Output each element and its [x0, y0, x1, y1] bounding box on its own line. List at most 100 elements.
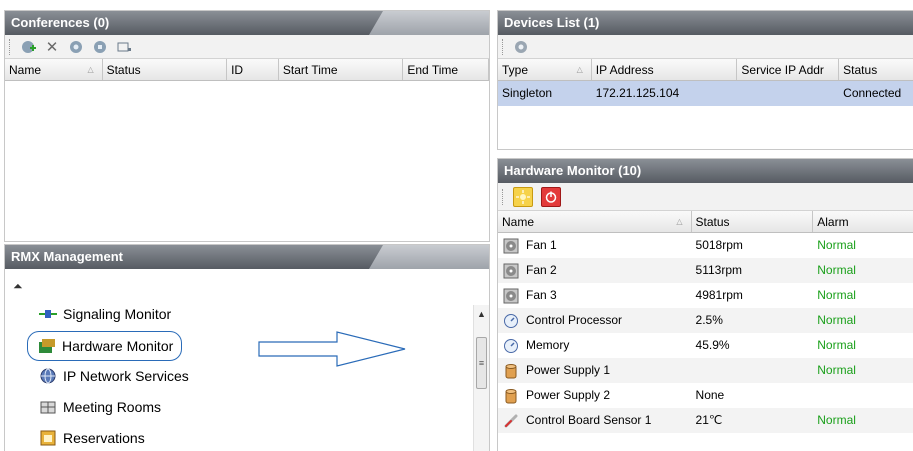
rmx-item-reservations[interactable]: Reservations [39, 429, 145, 447]
device-settings-icon[interactable] [513, 39, 529, 55]
hardware-status: 5113rpm [695, 263, 743, 277]
rmx-item-label: Meeting Rooms [63, 399, 162, 415]
col-status[interactable]: Status [839, 59, 913, 80]
sort-icon: △ [576, 65, 583, 74]
meeting-rooms-icon [39, 398, 57, 416]
hardware-row[interactable]: Power Supply 2 None [498, 383, 913, 408]
fan-icon [502, 262, 520, 280]
col-label: Status [843, 63, 878, 77]
hardware-alarm [813, 383, 913, 408]
sort-icon: △ [87, 65, 94, 74]
hardware-row[interactable]: Control Board Sensor 1 21℃ Normal [498, 408, 913, 433]
col-label: Name [502, 215, 535, 229]
rmx-item-label: Reservations [63, 430, 145, 446]
sort-icon: △ [676, 217, 683, 226]
col-ip-address[interactable]: IP Address [592, 59, 738, 80]
delete-icon[interactable]: ✕ [44, 39, 60, 56]
conferences-title-bar: Conferences (0) [5, 11, 489, 35]
new-conference-icon[interactable] [20, 39, 36, 55]
hardware-name: Fan 2 [526, 263, 557, 277]
device-type: Singleton [502, 86, 553, 100]
signaling-icon [39, 305, 57, 323]
pointer-arrow [258, 331, 406, 367]
col-alarm[interactable]: Alarm [813, 211, 913, 232]
hardware-row[interactable]: Control Processor 2.5% Normal [498, 308, 913, 333]
hardware-status: None [695, 388, 725, 402]
conferences-toolbar: ✕ [5, 35, 489, 59]
hardware-title-bar: Hardware Monitor (10) [498, 159, 913, 183]
hardware-row[interactable]: Fan 3 4981rpm Normal [498, 283, 913, 308]
col-id[interactable]: ID [227, 59, 279, 80]
rmx-item-label: IP Network Services [63, 368, 189, 384]
gauge-icon [502, 312, 520, 330]
device-status: Connected [843, 86, 902, 100]
hardware-name: Control Processor [526, 313, 623, 327]
hardware-name-cell: Control Board Sensor 1 [498, 408, 692, 433]
rmx-item-hardware-monitor[interactable]: Hardware Monitor [27, 331, 183, 361]
col-end-time[interactable]: End Time [403, 59, 489, 80]
monitor-view-icon[interactable] [116, 39, 132, 55]
hardware-name-cell: Fan 3 [498, 283, 692, 308]
rmx-item-ip-network-services[interactable]: IP Network Services [39, 367, 189, 385]
rmx-item-meeting-rooms[interactable]: Meeting Rooms [39, 398, 161, 416]
devices-column-header: Type △ IP Address Service IP Addr Status [498, 59, 913, 81]
devices-list-panel: Devices List (1) Type △ IP Address Servic… [497, 10, 913, 150]
power-supply-icon [502, 387, 520, 405]
col-status[interactable]: Status [103, 59, 228, 80]
col-label: Type [502, 63, 529, 77]
power-icon[interactable] [541, 186, 561, 207]
hardware-status: 21℃ [695, 413, 723, 427]
devices-title-bar: Devices List (1) [498, 11, 913, 35]
col-name[interactable]: Name △ [5, 59, 103, 80]
hardware-name: Control Board Sensor 1 [526, 413, 652, 427]
device-ip: 172.21.125.104 [595, 86, 680, 100]
hardware-alarm: Normal [817, 288, 856, 302]
hardware-alarm: Normal [817, 338, 856, 352]
scroll-up-icon[interactable]: ▲ [477, 309, 486, 319]
title-tab [369, 11, 489, 35]
rmx-management-panel: RMX Management ⏶ Signaling Monitor Hardw… [4, 244, 490, 451]
rmx-scrollbar[interactable]: ▲ ≡ [473, 305, 489, 451]
rmx-item-signaling-monitor[interactable]: Signaling Monitor [39, 305, 171, 323]
conference-settings-icon[interactable] [68, 39, 84, 55]
devices-toolbar [498, 35, 913, 59]
hardware-name-cell: Power Supply 2 [498, 383, 692, 408]
col-label: End Time [407, 63, 459, 77]
hardware-name-cell: Fan 2 [498, 258, 692, 283]
hardware-name: Power Supply 2 [526, 388, 611, 402]
rmx-title: RMX Management [11, 249, 123, 264]
light-icon[interactable] [513, 186, 533, 207]
col-type[interactable]: Type △ [498, 59, 592, 80]
conferences-column-header: Name △ Status ID Start Time End Time [5, 59, 489, 81]
rmx-item-label: Hardware Monitor [62, 338, 174, 354]
device-row[interactable]: Singleton 172.21.125.104 Connected [498, 81, 913, 106]
globe-icon [39, 367, 57, 385]
hardware-monitor-icon [38, 337, 56, 355]
hardware-alarm: Normal [817, 413, 856, 427]
devices-title: Devices List (1) [504, 15, 600, 30]
hardware-row[interactable]: Fan 1 5018rpm Normal [498, 233, 913, 258]
toolbar-grip [502, 188, 505, 205]
hardware-monitor-panel: Hardware Monitor (10) Name △ Status Alarm… [497, 158, 913, 451]
hardware-row[interactable]: Power Supply 1 Normal [498, 358, 913, 383]
toolbar-grip [9, 38, 12, 55]
hardware-name-cell: Memory [498, 333, 692, 358]
hardware-alarm: Normal [817, 313, 856, 327]
toolbar-grip [502, 38, 505, 55]
col-status[interactable]: Status [692, 211, 814, 232]
col-start-time[interactable]: Start Time [279, 59, 404, 80]
scroll-thumb[interactable]: ≡ [476, 337, 487, 389]
collapse-icon[interactable]: ⏶ [13, 279, 23, 294]
fan-icon [502, 237, 520, 255]
col-name[interactable]: Name △ [498, 211, 692, 232]
conferences-panel: Conferences (0) ✕ Name △ Status ID Start … [4, 10, 490, 242]
reservations-icon [39, 429, 57, 447]
hardware-name-cell: Fan 1 [498, 233, 692, 258]
hardware-row[interactable]: Fan 2 5113rpm Normal [498, 258, 913, 283]
hardware-row[interactable]: Memory 45.9% Normal [498, 333, 913, 358]
hardware-alarm: Normal [817, 363, 856, 377]
hardware-name-cell: Control Processor [498, 308, 692, 333]
col-service-ip[interactable]: Service IP Addr [737, 59, 840, 80]
conference-profile-icon[interactable] [92, 39, 108, 55]
thermometer-icon [502, 412, 520, 430]
